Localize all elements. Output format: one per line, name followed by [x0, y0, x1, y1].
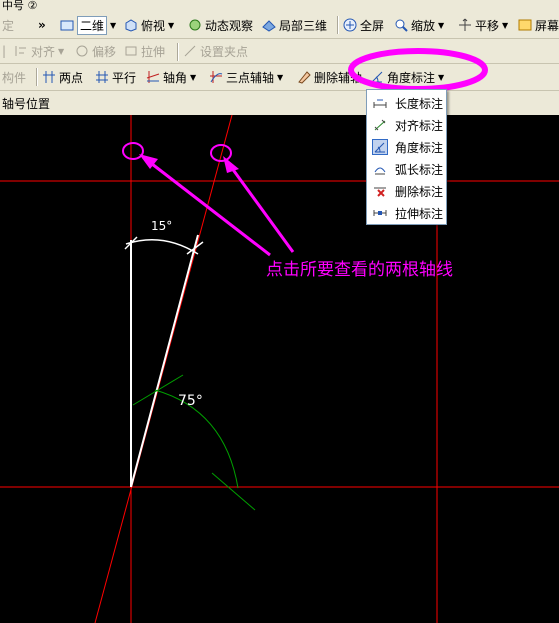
pan-icon: [458, 18, 472, 32]
parallel-axis-icon: [95, 70, 109, 84]
top-view-icon: [124, 18, 138, 32]
title-bar: 中号 ②: [0, 0, 559, 12]
stretch-icon: [124, 44, 138, 58]
grip-icon: [183, 44, 197, 58]
dynamic-orbit-button[interactable]: 动态观察: [188, 12, 253, 38]
axis-position-button[interactable]: 轴号位置: [2, 91, 50, 115]
fullscreen-button[interactable]: 全屏: [343, 12, 384, 38]
view-2d-dropdown[interactable]: 二维 ▼: [60, 12, 116, 38]
angle-dim-icon: [372, 139, 388, 155]
length-dim-icon: [373, 96, 387, 110]
parallel-axis-button[interactable]: 平行: [95, 64, 136, 90]
menu-item-length-dim[interactable]: 长度标注: [367, 92, 446, 114]
menu-item-stretch-dim[interactable]: 拉伸标注: [367, 202, 446, 224]
axis-angle-icon: [146, 70, 160, 84]
local-3d-icon: [262, 18, 276, 32]
menu-item-delete-dim[interactable]: 删除标注: [367, 180, 446, 202]
stretch-dim-icon: [373, 206, 387, 220]
angle-label-75: 75°: [178, 393, 203, 409]
screen-button[interactable]: 屏幕: [518, 12, 559, 38]
angle-dim-icon: [370, 70, 384, 84]
angle-dim-menu: 长度标注 对齐标注 角度标注 弧长标注 删除标注 拉伸标注: [366, 89, 447, 225]
toolbar-overflow-button[interactable]: »: [38, 12, 46, 38]
toolbar-axis-label: 轴号位置: [0, 91, 559, 115]
menu-item-angle-dim[interactable]: 角度标注: [367, 136, 446, 158]
align-dim-icon: [373, 118, 387, 132]
eraser-icon: [297, 70, 311, 84]
drawing-canvas[interactable]: [0, 115, 559, 623]
screen-icon: [518, 18, 532, 32]
zoom-icon: [394, 18, 408, 32]
angle-dim-dropdown[interactable]: 角度标注 ▼: [370, 64, 444, 90]
two-point-axis-icon: [42, 70, 56, 84]
top-view-dropdown[interactable]: 俯视 ▼: [124, 12, 174, 38]
instruction-annotation: 点击所要查看的两根轴线: [266, 260, 453, 280]
align-icon: [14, 44, 28, 58]
offset-icon: [75, 44, 89, 58]
stretch-button[interactable]: 拉伸: [124, 39, 165, 63]
view-2d-icon: [60, 18, 74, 32]
pan-dropdown[interactable]: 平移 ▼: [458, 12, 508, 38]
toolbar-view: 定 » 二维 ▼ 俯视 ▼ 动态观察 局部三维 全屏 缩放 ▼ 平移 ▼ 屏幕: [0, 12, 559, 39]
three-point-axis-dropdown[interactable]: 三点辅轴 ▼: [209, 64, 283, 90]
angle-label-15: 15°: [151, 219, 173, 233]
orbit-icon: [188, 18, 202, 32]
toolbar-edit: | 对齐 ▼ 偏移 拉伸 设置夹点: [0, 39, 559, 64]
fullscreen-icon: [343, 18, 357, 32]
menu-item-align-dim[interactable]: 对齐标注: [367, 114, 446, 136]
two-point-axis-button[interactable]: 两点: [42, 64, 83, 90]
align-dropdown[interactable]: 对齐 ▼: [14, 39, 64, 63]
component-label: 构件: [2, 70, 27, 85]
toolbar-axis: 构件 两点 平行 轴角 ▼ 三点辅轴 ▼ 删除辅轴 角度标注 ▼: [0, 64, 559, 91]
arc-dim-icon: [373, 162, 387, 176]
offset-button[interactable]: 偏移: [75, 39, 116, 63]
axis-angle-dropdown[interactable]: 轴角 ▼: [146, 64, 196, 90]
three-point-axis-icon: [209, 70, 223, 84]
local-3d-button[interactable]: 局部三维: [262, 12, 327, 38]
delete-dim-icon: [373, 184, 387, 198]
set-grip-button[interactable]: 设置夹点: [183, 39, 248, 63]
delete-aux-axis-button[interactable]: 删除辅轴: [297, 64, 362, 90]
toolbar-left-label: 定: [2, 18, 15, 33]
menu-item-arc-dim[interactable]: 弧长标注: [367, 158, 446, 180]
zoom-dropdown[interactable]: 缩放 ▼: [394, 12, 444, 38]
